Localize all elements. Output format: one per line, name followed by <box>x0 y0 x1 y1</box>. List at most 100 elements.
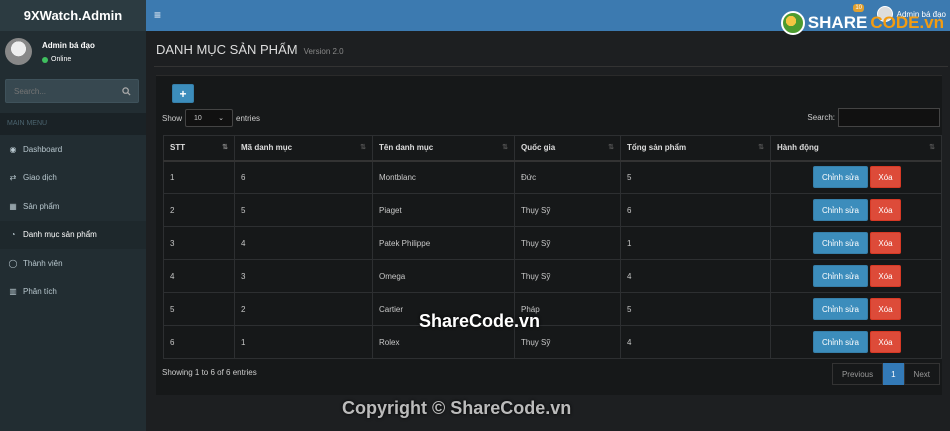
edit-button[interactable]: Chỉnh sửa <box>813 265 868 287</box>
delete-button[interactable]: Xóa <box>870 265 901 287</box>
page-subtitle: Version 2.0 <box>303 47 344 56</box>
length-control: Show 10 ⌄ entries <box>162 109 260 127</box>
logo-text-2: CODE.vn <box>870 13 944 32</box>
edit-button[interactable]: Chỉnh sửa <box>813 199 868 221</box>
cell-country: Thụy Sỹ <box>514 226 621 260</box>
table-row: 5 2 Cartier Pháp 5 Chỉnh sửa Xóa <box>163 292 942 326</box>
sidebar-search-input[interactable] <box>6 86 114 96</box>
page-header: DANH MỤC SẢN PHẨM Version 2.0 <box>156 42 344 57</box>
sidebar-item-categories[interactable]: ◔ Danh mục sản phẩm <box>0 220 146 249</box>
entries-select[interactable]: 10 ⌄ <box>185 109 234 127</box>
cell-country: Thụy Sỹ <box>514 259 621 293</box>
add-category-button[interactable]: + <box>172 84 194 103</box>
avatar <box>5 38 32 65</box>
cell-total: 4 <box>620 259 771 293</box>
table-header-row: STT ⇅ Mã danh mục ⇅ Tên danh mục ⇅ Quốc gia… <box>163 135 942 162</box>
logo-text: Watch.Admin <box>39 8 123 23</box>
exchange-icon: ⇄ <box>9 173 17 183</box>
edit-button[interactable]: Chỉnh sửa <box>813 232 868 254</box>
logo-text-1: SHARE <box>807 13 868 32</box>
online-dot-icon <box>42 56 48 63</box>
cell-actions: Chỉnh sửa Xóa <box>770 259 942 293</box>
cell-name: Montblanc <box>372 160 515 194</box>
sidebar-item-label: Danh mục sản phẩm <box>23 230 97 240</box>
watermark-copyright: Copyright © ShareCode.vn <box>342 398 572 418</box>
sort-icon: ⇅ <box>502 144 508 151</box>
sidebar-item-members[interactable]: ◯ Thành viên <box>0 249 146 278</box>
sidebar: Admin bá đạo Online MAIN MENU ◉ Dashboar… <box>0 31 146 431</box>
app-logo[interactable]: 9X Watch.Admin <box>0 0 146 31</box>
edit-button[interactable]: Chỉnh sửa <box>813 166 868 189</box>
bar-chart-icon: ▥ <box>9 287 17 297</box>
next-button[interactable]: Next <box>903 363 940 385</box>
search-icon[interactable] <box>114 80 138 102</box>
sidebar-search <box>5 79 139 103</box>
sort-icon: ⇅ <box>929 144 935 151</box>
table-row: 2 5 Piaget Thụy Sỹ 6 Chỉnh sửa Xóa <box>163 193 942 227</box>
cell-stt: 6 <box>163 325 235 359</box>
entries-label: entries <box>236 113 261 123</box>
cell-stt: 5 <box>163 292 235 326</box>
sidebar-item-products[interactable]: ▦ Sản phẩm <box>0 192 146 221</box>
cell-total: 4 <box>620 325 771 359</box>
table-row: 3 4 Patek Philippe Thụy Sỹ 1 Chỉnh sửa Xó… <box>163 226 942 260</box>
sidebar-item-dashboard[interactable]: ◉ Dashboard <box>0 135 146 164</box>
table-search: Search: <box>807 108 940 127</box>
sharecode-logo: SHARE CODE.vn <box>780 11 944 35</box>
column-header-country[interactable]: Quốc gia ⇅ <box>514 135 621 162</box>
main-content: DANH MỤC SẢN PHẨM Version 2.0 + Show 10 … <box>146 31 950 431</box>
cell-country: Thụy Sỹ <box>514 193 621 227</box>
sidebar-item-label: Phân tích <box>23 287 57 297</box>
table-info: Showing 1 to 6 of 6 entries <box>162 368 257 377</box>
edit-button[interactable]: Chỉnh sửa <box>813 298 868 320</box>
delete-button[interactable]: Xóa <box>870 298 901 320</box>
sort-icon: ⇅ <box>758 144 764 151</box>
chevron-down-icon: ⌄ <box>218 115 225 122</box>
cell-total: 5 <box>620 292 771 326</box>
cell-total: 5 <box>620 160 771 194</box>
category-box: + Show 10 ⌄ entries Search: STT ⇅ Mã danh… <box>156 75 942 395</box>
column-header-name[interactable]: Tên danh mục ⇅ <box>372 135 515 162</box>
cell-stt: 4 <box>163 259 235 293</box>
search-label: Search: <box>807 113 835 122</box>
cell-name: Piaget <box>372 193 515 227</box>
table-row: 4 3 Omega Thụy Sỹ 4 Chỉnh sửa Xóa <box>163 259 942 293</box>
cell-actions: Chỉnh sửa Xóa <box>770 292 942 326</box>
cell-code: 5 <box>234 193 373 227</box>
sort-icon: ⇅ <box>360 144 366 151</box>
cell-stt: 2 <box>163 193 235 227</box>
table-row: 1 6 Montblanc Đức 5 Chỉnh sửa Xóa <box>163 160 942 194</box>
cell-code: 3 <box>234 259 373 293</box>
column-header-stt[interactable]: STT ⇅ <box>163 135 235 162</box>
delete-button[interactable]: Xóa <box>870 199 901 221</box>
table-search-input[interactable] <box>838 108 940 127</box>
dashboard-icon: ◉ <box>9 144 17 154</box>
column-header-code[interactable]: Mã danh mục ⇅ <box>234 135 373 162</box>
delete-button[interactable]: Xóa <box>870 331 901 353</box>
cell-code: 4 <box>234 226 373 260</box>
edit-button[interactable]: Chỉnh sửa <box>813 331 868 353</box>
cell-name: Patek Philippe <box>372 226 515 260</box>
hamburger-icon[interactable]: ≡ <box>154 8 164 22</box>
cell-actions: Chỉnh sửa Xóa <box>770 325 942 359</box>
previous-button[interactable]: Previous <box>831 363 884 385</box>
entries-value: 10 <box>194 114 202 122</box>
delete-button[interactable]: Xóa <box>870 232 901 254</box>
logo-ball-icon <box>780 11 805 35</box>
table-row: 6 1 Rolex Thụy Sỹ 4 Chỉnh sửa Xóa <box>163 325 942 359</box>
user-panel: Admin bá đạo Online <box>0 31 146 73</box>
cell-country: Đức <box>514 160 621 194</box>
cell-actions: Chỉnh sửa Xóa <box>770 160 942 194</box>
watermark-center: ShareCode.vn <box>419 311 541 331</box>
column-header-actions[interactable]: Hành động ⇅ <box>770 135 942 162</box>
show-label: Show <box>162 113 183 123</box>
sidebar-item-transactions[interactable]: ⇄ Giao dịch <box>0 164 146 193</box>
cell-code: 2 <box>234 292 373 326</box>
delete-button[interactable]: Xóa <box>870 166 901 189</box>
menu-header: MAIN MENU <box>0 113 146 135</box>
logo-bold: 9X <box>23 8 40 23</box>
sidebar-item-analytics[interactable]: ▥ Phân tích <box>0 278 146 307</box>
column-header-total[interactable]: Tổng sản phẩm ⇅ <box>620 135 771 162</box>
page-button-1[interactable]: 1 <box>883 363 904 385</box>
sidebar-user-name: Admin bá đạo <box>42 41 95 50</box>
